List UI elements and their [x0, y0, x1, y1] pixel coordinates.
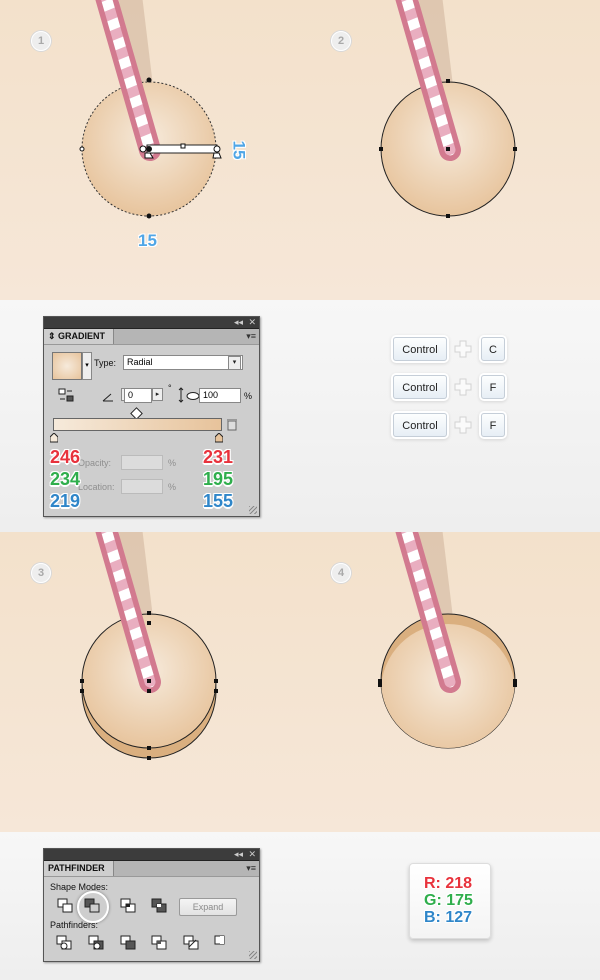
crop-icon[interactable]: [151, 935, 169, 951]
plus-icon: [454, 416, 472, 434]
rgb-color-card: R: 218 G: 175 B: 127: [409, 863, 491, 939]
opacity-percent-symbol: %: [168, 458, 177, 468]
location-label: Location:: [78, 482, 115, 492]
aspect-percent-symbol: %: [244, 391, 253, 401]
angle-icon: [102, 389, 114, 402]
location-field[interactable]: [121, 479, 163, 494]
gradient-panel: ◂◂ ✕ ⇕ GRADIENT ▾≡ ▾ Type: Radial ▾ ◂ 0 …: [43, 316, 260, 517]
shortcut-2-key: F: [481, 375, 505, 399]
resize-grip-icon[interactable]: [249, 506, 257, 514]
scene-step-1: 1 15 15: [0, 0, 300, 300]
tab-pathfinder[interactable]: PATHFINDER: [44, 861, 114, 876]
shortcut-3-key: F: [481, 413, 505, 437]
aspect-ratio-field[interactable]: 100: [199, 388, 241, 403]
tab-gradient-label: GRADIENT: [58, 331, 106, 341]
step-badge-1: 1: [31, 31, 51, 51]
close-icon[interactable]: ✕: [248, 849, 256, 860]
type-select[interactable]: Radial: [123, 355, 243, 370]
step-badge-2: 2: [331, 31, 351, 51]
left-stop-red-value: 246: [50, 447, 81, 467]
left-stop-green-value: 234: [50, 469, 81, 489]
minus-front-icon[interactable]: [84, 898, 102, 914]
angle-stepper-up[interactable]: ▸: [152, 388, 163, 401]
gradient-stop-right[interactable]: [214, 430, 224, 443]
panel-tab-row: PATHFINDER ▾≡: [44, 861, 259, 877]
swatch-dropdown-icon[interactable]: ▾: [82, 352, 92, 380]
scene-step-2: 2: [300, 0, 600, 300]
close-icon[interactable]: ✕: [248, 317, 256, 328]
plus-icon: [454, 378, 472, 396]
opacity-field[interactable]: [121, 455, 163, 470]
tab-pathfinder-label: PATHFINDER: [48, 863, 105, 873]
merge-icon[interactable]: [120, 935, 138, 951]
left-stop-blue-value: 219: [50, 491, 81, 511]
resize-grip-icon[interactable]: [249, 951, 257, 959]
shortcut-2-modifier-key: Control: [393, 375, 447, 399]
pathfinders-label: Pathfinders:: [50, 920, 99, 930]
unite-icon[interactable]: [57, 898, 75, 914]
location-percent-symbol: %: [168, 482, 177, 492]
shape-modes-label: Shape Modes:: [50, 882, 109, 892]
type-label: Type:: [94, 358, 117, 368]
step-badge-3: 3: [31, 563, 51, 583]
tab-gradient[interactable]: ⇕ GRADIENT: [44, 329, 115, 344]
outline-icon[interactable]: [183, 935, 201, 951]
delete-stop-icon[interactable]: [227, 418, 237, 431]
step-badge-4: 4: [331, 563, 351, 583]
pathfinder-panel: ◂◂ ✕ PATHFINDER ▾≡ Shape Modes: Expand P…: [43, 848, 260, 962]
collapse-icon[interactable]: ◂◂: [234, 317, 243, 328]
expand-button[interactable]: Expand: [179, 898, 237, 916]
panel-menu-icon[interactable]: ▾≡: [246, 331, 256, 342]
opacity-label: Opacity:: [78, 458, 112, 468]
instruction-band-2: ◂◂ ✕ PATHFINDER ▾≡ Shape Modes: Expand P…: [0, 832, 600, 980]
instruction-band-1: ◂◂ ✕ ⇕ GRADIENT ▾≡ ▾ Type: Radial ▾ ◂ 0 …: [0, 300, 600, 532]
panel-menu-icon[interactable]: ▾≡: [246, 863, 256, 874]
rgb-red-value: R: 218: [424, 875, 473, 892]
scene-step-3: 3: [0, 532, 300, 832]
gradient-swatch[interactable]: [52, 352, 82, 380]
rgb-blue-value: B: 127: [424, 909, 473, 926]
right-stop-blue-value: 155: [203, 491, 234, 511]
angle-field[interactable]: 0: [124, 388, 152, 403]
shortcut-3-modifier-key: Control: [393, 413, 447, 437]
minus-back-icon[interactable]: [214, 935, 232, 951]
trim-icon[interactable]: [88, 935, 106, 951]
intersect-icon[interactable]: [120, 898, 138, 914]
shortcut-1-modifier-key: Control: [393, 337, 447, 361]
collapse-icon[interactable]: ◂◂: [234, 849, 243, 860]
gradient-stop-left[interactable]: [49, 430, 59, 443]
reverse-gradient-icon[interactable]: [58, 388, 74, 402]
shortcut-1-key: C: [481, 337, 505, 361]
width-dimension-label: 15: [138, 231, 157, 250]
rgb-green-value: G: 175: [424, 892, 473, 909]
exclude-icon[interactable]: [151, 898, 169, 914]
right-stop-green-value: 195: [203, 469, 234, 489]
aspect-ratio-icon: [178, 387, 200, 403]
gradient-slider-bar[interactable]: [53, 418, 222, 431]
divide-icon[interactable]: [56, 935, 74, 951]
right-stop-red-value: 231: [203, 447, 234, 467]
scene-step-4: 4: [300, 532, 600, 832]
panel-tab-row: ⇕ GRADIENT ▾≡: [44, 329, 259, 345]
panel-title-bar[interactable]: ◂◂ ✕: [44, 317, 259, 329]
plus-icon: [454, 340, 472, 358]
degree-symbol: °: [168, 383, 172, 393]
height-dimension-label: 15: [229, 140, 249, 160]
type-dropdown-icon[interactable]: ▾: [228, 356, 241, 370]
panel-title-bar[interactable]: ◂◂ ✕: [44, 849, 259, 861]
